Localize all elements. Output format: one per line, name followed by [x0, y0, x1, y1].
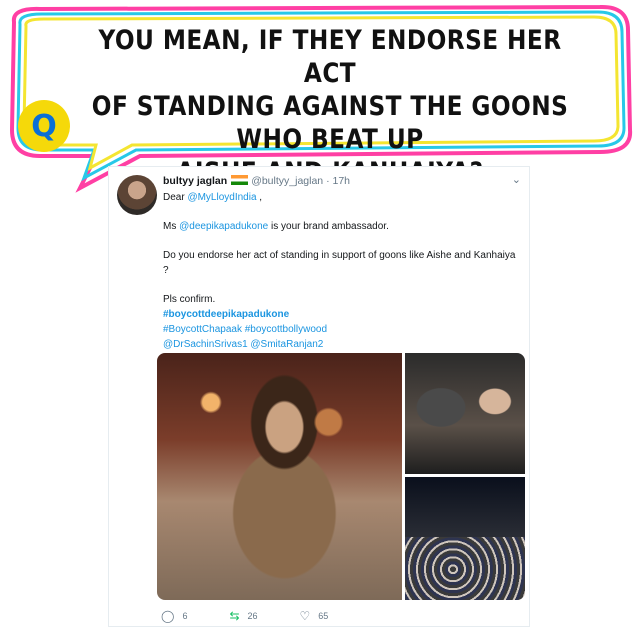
ms-prefix: Ms: [163, 221, 180, 232]
tweet-media: [157, 353, 525, 600]
heart-icon: ♡: [299, 609, 311, 623]
tweet-image-top-right[interactable]: [405, 353, 525, 474]
like-button[interactable]: ♡ 65: [300, 609, 329, 623]
reply-icon: ◯: [161, 609, 175, 623]
reply-count: 6: [182, 611, 188, 621]
tweet-image-main[interactable]: [157, 353, 402, 600]
hashtag-boycottchapaak[interactable]: #BoycottChapaak: [163, 324, 242, 335]
headline-line-1: YOU MEAN, IF THEY ENDORSE HER ACT: [98, 25, 562, 89]
retweet-button[interactable]: ⇆ 26: [229, 609, 257, 623]
logo-letter: Q: [31, 108, 57, 144]
tweet-text: Dear @MyLloydIndia , Ms @deepikapadukone…: [163, 190, 523, 352]
like-count: 65: [318, 611, 329, 621]
headline: YOU MEAN, IF THEY ENDORSE HER ACT OF STA…: [81, 24, 580, 189]
tweet-time[interactable]: 17h: [332, 175, 350, 187]
mention-smitaranjan2[interactable]: @SmitaRanjan2: [250, 339, 323, 350]
separator-dot: ·: [326, 175, 330, 187]
author-handle[interactable]: @bultyy_jaglan: [251, 175, 323, 187]
dear-prefix: Dear: [163, 192, 188, 203]
tweet-card[interactable]: bultyy jaglan @bultyy_jaglan · 17h ⌄ Dear…: [108, 166, 530, 627]
mention-drsachinsrivas1[interactable]: @DrSachinSrivas1: [163, 339, 248, 350]
mention-mylloydindia[interactable]: @MyLloydIndia: [187, 192, 256, 203]
question-text: Do you endorse her act of standing in su…: [163, 250, 516, 276]
headline-line-2: OF STANDING AGAINST THE GOONS WHO BEAT U…: [91, 91, 569, 155]
tweet-actions: ◯ 6 ⇆ 26 ♡ 65: [161, 609, 370, 623]
reply-button[interactable]: ◯ 6: [161, 609, 187, 623]
retweet-count: 26: [247, 611, 258, 621]
dear-suffix: ,: [256, 192, 263, 203]
confirm-text: Pls confirm.: [163, 294, 216, 305]
hashtag-boycottbollywood[interactable]: #boycottbollywood: [245, 324, 327, 335]
author-name[interactable]: bultyy jaglan: [163, 175, 227, 187]
mention-deepikapadukone[interactable]: @deepikapadukone: [179, 221, 268, 232]
chevron-down-icon[interactable]: ⌄: [512, 173, 521, 186]
tweet-image-bottom-right[interactable]: [405, 477, 525, 600]
india-flag-icon: [231, 175, 249, 185]
retweet-icon: ⇆: [229, 609, 240, 623]
hashtag-boycottdeepikapadukone[interactable]: #boycottdeepikapadukone: [163, 309, 289, 320]
avatar[interactable]: [117, 175, 157, 215]
ms-suffix: is your brand ambassador.: [268, 221, 389, 232]
quint-logo-icon: Q: [18, 100, 70, 152]
tweet-header: bultyy jaglan @bultyy_jaglan · 17h: [163, 175, 350, 187]
